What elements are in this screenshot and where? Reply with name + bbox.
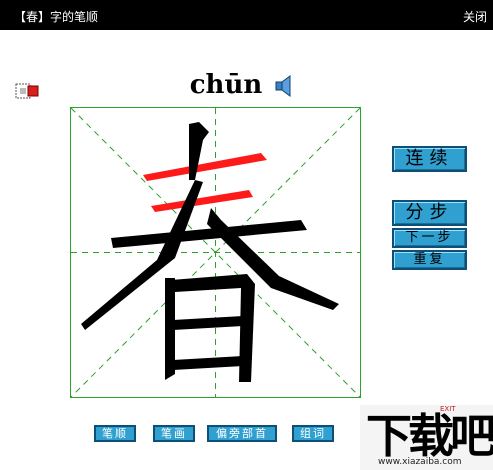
repeat-button[interactable]: 重复 [392, 250, 467, 270]
radical-tab[interactable]: 偏旁部首 [207, 425, 277, 442]
next-step-button[interactable]: 下一步 [392, 228, 467, 248]
continuous-button[interactable]: 连续 [392, 146, 467, 172]
logo-text: 下载吧 [366, 409, 493, 463]
watermark-logo: EXIT 下载吧 www.xiazaiba.com [360, 405, 493, 470]
speaker-icon[interactable] [274, 74, 296, 98]
puzzle-icon[interactable] [14, 80, 44, 102]
window-title: 【春】字的笔顺 [14, 10, 99, 24]
stroke-highlight-1 [143, 153, 267, 181]
logo-url: www.xiazaiba.com [378, 457, 462, 467]
tianzige-grid [70, 107, 361, 398]
stroke-order-tab[interactable]: 笔顺 [94, 425, 136, 442]
stroke-highlight-2 [151, 190, 253, 212]
pinyin-label: chūn [189, 70, 263, 100]
character-glyph [81, 122, 339, 382]
title-bar: 【春】字的笔顺 关闭 [0, 0, 493, 30]
step-button[interactable]: 分步 [392, 200, 467, 226]
close-button[interactable]: 关闭 [463, 8, 487, 25]
words-tab[interactable]: 组词 [292, 425, 334, 442]
strokes-tab[interactable]: 笔画 [153, 425, 195, 442]
